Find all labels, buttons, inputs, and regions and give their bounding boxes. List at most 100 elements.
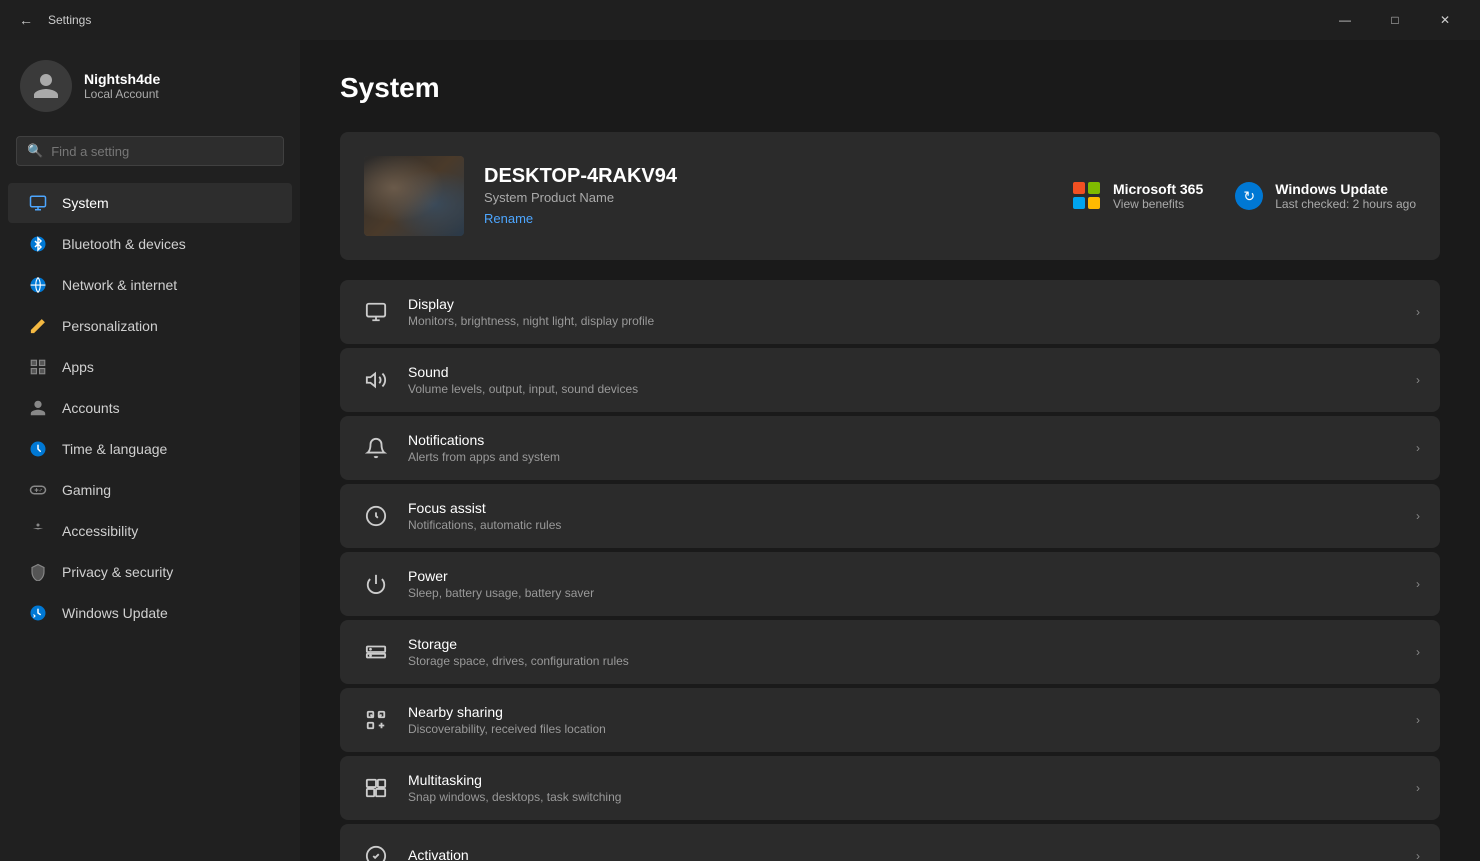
- sound-title: Sound: [408, 364, 1400, 380]
- display-icon: [360, 296, 392, 328]
- page-title: System: [340, 72, 1440, 104]
- windows-update-icon: ↻: [1235, 182, 1263, 210]
- ms365-title: Microsoft 365: [1113, 181, 1203, 197]
- user-profile[interactable]: Nightsh4de Local Account: [0, 40, 300, 128]
- sidebar-item-accessibility[interactable]: Accessibility: [8, 511, 292, 551]
- nearby-chevron: ›: [1416, 713, 1420, 727]
- ms365-subtitle: View benefits: [1113, 197, 1203, 211]
- multitasking-title: Multitasking: [408, 772, 1400, 788]
- focus-chevron: ›: [1416, 509, 1420, 523]
- rename-link[interactable]: Rename: [484, 211, 533, 226]
- sidebar-item-apps[interactable]: Apps: [8, 347, 292, 387]
- sidebar-label-privacy: Privacy & security: [62, 564, 173, 580]
- sidebar-label-update: Windows Update: [62, 605, 168, 621]
- sound-icon: [360, 364, 392, 396]
- sidebar-item-time[interactable]: Time & language: [8, 429, 292, 469]
- power-icon: [360, 568, 392, 600]
- settings-item-nearby[interactable]: Nearby sharing Discoverability, received…: [340, 688, 1440, 752]
- personalization-icon: [28, 316, 48, 336]
- search-icon: 🔍: [27, 143, 43, 159]
- settings-item-storage[interactable]: Storage Storage space, drives, configura…: [340, 620, 1440, 684]
- ms365-action[interactable]: Microsoft 365 View benefits: [1073, 181, 1203, 211]
- sidebar-item-personalization[interactable]: Personalization: [8, 306, 292, 346]
- accounts-icon: [28, 398, 48, 418]
- sidebar-item-update[interactable]: Windows Update: [8, 593, 292, 633]
- storage-title: Storage: [408, 636, 1400, 652]
- settings-item-activation[interactable]: Activation ›: [340, 824, 1440, 861]
- sidebar-item-bluetooth[interactable]: Bluetooth & devices: [8, 224, 292, 264]
- multitasking-chevron: ›: [1416, 781, 1420, 795]
- privacy-icon: [28, 562, 48, 582]
- update-subtitle: Last checked: 2 hours ago: [1275, 197, 1416, 211]
- display-title: Display: [408, 296, 1400, 312]
- nearby-text: Nearby sharing Discoverability, received…: [408, 704, 1400, 736]
- display-chevron: ›: [1416, 305, 1420, 319]
- power-title: Power: [408, 568, 1400, 584]
- sidebar: Nightsh4de Local Account 🔍 System: [0, 40, 300, 861]
- settings-item-display[interactable]: Display Monitors, brightness, night ligh…: [340, 280, 1440, 344]
- search-box: 🔍: [16, 136, 284, 166]
- window-controls: — □ ✕: [1322, 4, 1468, 36]
- windows-update-action[interactable]: ↻ Windows Update Last checked: 2 hours a…: [1235, 181, 1416, 211]
- nearby-icon: [360, 704, 392, 736]
- focus-text: Focus assist Notifications, automatic ru…: [408, 500, 1400, 532]
- focus-icon: [360, 500, 392, 532]
- time-icon: [28, 439, 48, 459]
- sidebar-item-system[interactable]: System: [8, 183, 292, 223]
- main-content: System DESKTOP-4RAKV94 System Product Na…: [300, 40, 1480, 861]
- header-actions: Microsoft 365 View benefits ↻ Windows Up…: [1073, 181, 1416, 211]
- sidebar-label-accounts: Accounts: [62, 400, 120, 416]
- gaming-icon: [28, 480, 48, 500]
- settings-item-sound[interactable]: Sound Volume levels, output, input, soun…: [340, 348, 1440, 412]
- system-header-card: DESKTOP-4RAKV94 System Product Name Rena…: [340, 132, 1440, 260]
- sidebar-item-network[interactable]: Network & internet: [8, 265, 292, 305]
- sidebar-item-privacy[interactable]: Privacy & security: [8, 552, 292, 592]
- update-title: Windows Update: [1275, 181, 1416, 197]
- settings-item-focus[interactable]: Focus assist Notifications, automatic ru…: [340, 484, 1440, 548]
- system-product: System Product Name: [484, 190, 1053, 205]
- maximize-button[interactable]: □: [1372, 4, 1418, 36]
- sidebar-item-gaming[interactable]: Gaming: [8, 470, 292, 510]
- sidebar-item-accounts[interactable]: Accounts: [8, 388, 292, 428]
- user-type: Local Account: [84, 87, 160, 101]
- settings-item-power[interactable]: Power Sleep, battery usage, battery save…: [340, 552, 1440, 616]
- storage-desc: Storage space, drives, configuration rul…: [408, 654, 1400, 668]
- sidebar-label-time: Time & language: [62, 441, 167, 457]
- system-icon: [28, 193, 48, 213]
- storage-chevron: ›: [1416, 645, 1420, 659]
- activation-text: Activation: [408, 847, 1400, 861]
- display-text: Display Monitors, brightness, night ligh…: [408, 296, 1400, 328]
- close-button[interactable]: ✕: [1422, 4, 1468, 36]
- sidebar-label-personalization: Personalization: [62, 318, 158, 334]
- ms365-icon: [1073, 182, 1101, 210]
- activation-icon: [360, 840, 392, 861]
- ms365-sq3: [1073, 197, 1085, 209]
- notifications-title: Notifications: [408, 432, 1400, 448]
- sidebar-nav: System Bluetooth & devices: [0, 182, 300, 634]
- app-title: Settings: [48, 13, 91, 27]
- accessibility-icon: [28, 521, 48, 541]
- storage-icon: [360, 636, 392, 668]
- notifications-icon: [360, 432, 392, 464]
- activation-chevron: ›: [1416, 849, 1420, 861]
- settings-item-multitasking[interactable]: Multitasking Snap windows, desktops, tas…: [340, 756, 1440, 820]
- notifications-desc: Alerts from apps and system: [408, 450, 1400, 464]
- storage-text: Storage Storage space, drives, configura…: [408, 636, 1400, 668]
- bluetooth-icon: [28, 234, 48, 254]
- back-button[interactable]: ←: [12, 6, 40, 34]
- power-text: Power Sleep, battery usage, battery save…: [408, 568, 1400, 600]
- app-container: Nightsh4de Local Account 🔍 System: [0, 40, 1480, 861]
- search-input[interactable]: [51, 144, 273, 159]
- focus-title: Focus assist: [408, 500, 1400, 516]
- sidebar-label-bluetooth: Bluetooth & devices: [62, 236, 186, 252]
- search-container: 🔍: [0, 128, 300, 182]
- display-desc: Monitors, brightness, night light, displ…: [408, 314, 1400, 328]
- update-icon: [28, 603, 48, 623]
- title-bar: ← Settings — □ ✕: [0, 0, 1480, 40]
- minimize-button[interactable]: —: [1322, 4, 1368, 36]
- sidebar-label-network: Network & internet: [62, 277, 177, 293]
- power-chevron: ›: [1416, 577, 1420, 591]
- sidebar-label-gaming: Gaming: [62, 482, 111, 498]
- settings-item-notifications[interactable]: Notifications Alerts from apps and syste…: [340, 416, 1440, 480]
- multitasking-text: Multitasking Snap windows, desktops, tas…: [408, 772, 1400, 804]
